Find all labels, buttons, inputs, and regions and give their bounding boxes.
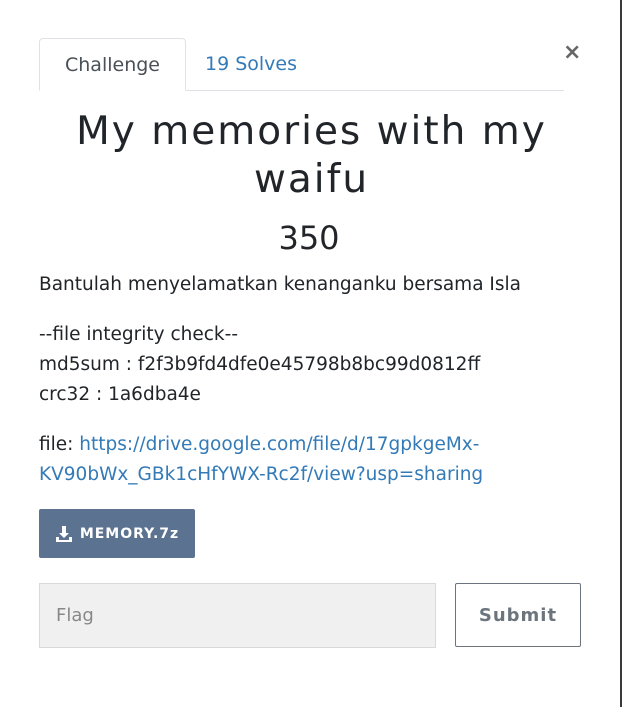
integrity-header: --file integrity check-- xyxy=(39,324,238,345)
file-line: file: https://drive.google.com/file/d/17… xyxy=(39,430,599,490)
challenge-points: 350 xyxy=(278,219,340,257)
crc-line: crc32 : 1a6dba4e xyxy=(39,384,201,405)
submit-button[interactable]: Submit xyxy=(455,583,581,647)
challenge-modal: Challenge 19 Solves xyxy=(39,38,584,91)
file-prefix: file: xyxy=(39,434,80,455)
download-button[interactable]: MEMORY.7z xyxy=(39,509,195,558)
tab-challenge[interactable]: Challenge xyxy=(39,38,186,91)
integrity-block: --file integrity check-- md5sum : f2f3b9… xyxy=(39,320,599,410)
challenge-title: My memories with my waifu xyxy=(76,109,547,202)
download-icon xyxy=(55,525,72,542)
md5-line: md5sum : f2f3b9fd4dfe0e45798b8bc99d0812f… xyxy=(39,354,481,375)
tab-solves[interactable]: 19 Solves xyxy=(186,38,316,90)
challenge-description: Bantulah menyelamatkan kenanganku bersam… xyxy=(39,274,521,295)
tab-bar: Challenge 19 Solves xyxy=(39,38,564,91)
file-link[interactable]: https://drive.google.com/file/d/17gpkgeM… xyxy=(39,434,483,485)
flag-input[interactable] xyxy=(39,583,436,648)
close-button[interactable]: × xyxy=(563,40,581,65)
download-label: MEMORY.7z xyxy=(79,525,180,542)
